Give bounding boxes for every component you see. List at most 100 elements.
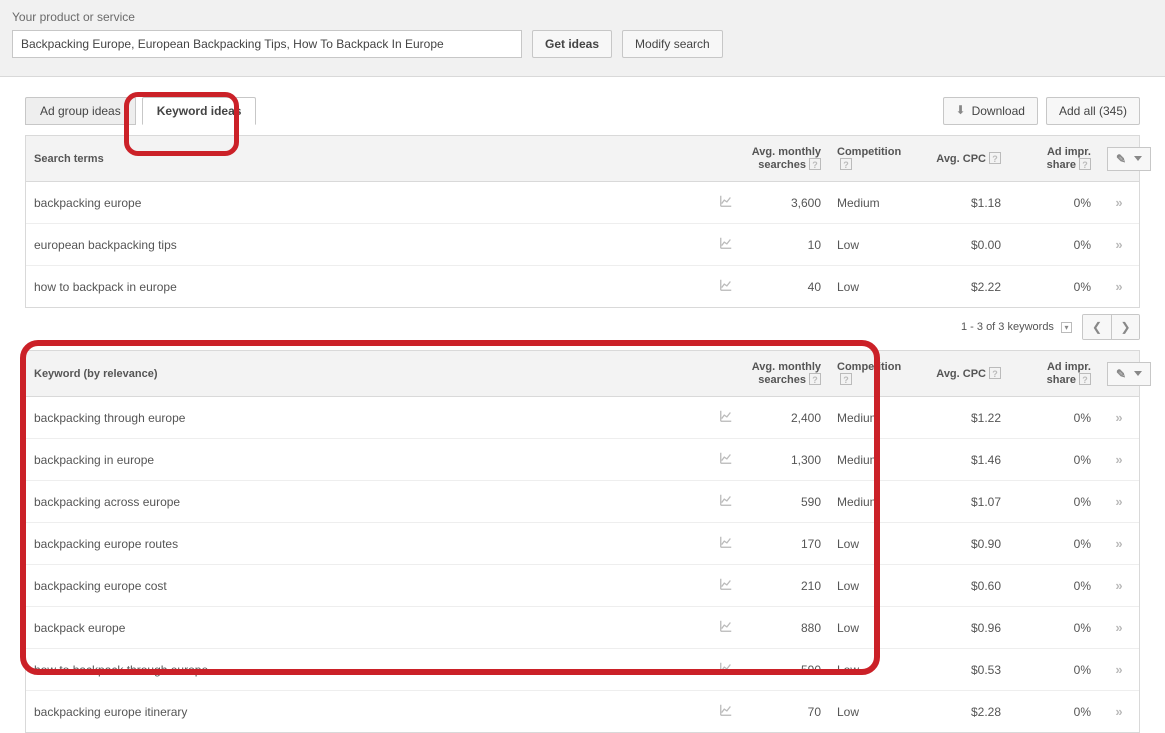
pencil-icon: ✎ bbox=[1116, 152, 1126, 166]
help-icon[interactable]: ? bbox=[1079, 158, 1091, 170]
cell-term[interactable]: backpacking europe cost bbox=[26, 565, 711, 607]
table-row: how to backpack through europe590Low$0.5… bbox=[26, 649, 1139, 691]
modify-search-button[interactable]: Modify search bbox=[622, 30, 723, 58]
cell-chart[interactable] bbox=[711, 266, 739, 308]
header-avg-cpc[interactable]: Avg. CPC? bbox=[919, 351, 1009, 397]
cell-cpc: $1.46 bbox=[919, 439, 1009, 481]
cell-term[interactable]: backpacking europe bbox=[26, 182, 711, 224]
cell-competition: Low bbox=[829, 691, 919, 733]
pencil-icon: ✎ bbox=[1116, 367, 1126, 381]
chevron-right-icon: » bbox=[1115, 536, 1122, 551]
header-competition[interactable]: Competition? bbox=[829, 136, 919, 182]
pager-next-button[interactable]: ❯ bbox=[1111, 315, 1139, 339]
content-area: Ad group ideas Keyword ideas ⬇ Download … bbox=[0, 77, 1165, 733]
caret-down-icon bbox=[1134, 156, 1142, 161]
get-ideas-button[interactable]: Get ideas bbox=[532, 30, 612, 58]
cell-competition: Medium bbox=[829, 397, 919, 439]
chart-icon bbox=[719, 194, 733, 208]
cell-add[interactable]: » bbox=[1099, 224, 1139, 266]
cell-share: 0% bbox=[1009, 607, 1099, 649]
cell-chart[interactable] bbox=[711, 565, 739, 607]
help-icon[interactable]: ? bbox=[1079, 373, 1091, 385]
header-edit-columns[interactable]: ✎ bbox=[1099, 136, 1139, 182]
cell-term[interactable]: backpacking across europe bbox=[26, 481, 711, 523]
chevron-right-icon: » bbox=[1115, 704, 1122, 719]
cell-searches: 170 bbox=[739, 523, 829, 565]
cell-searches: 10 bbox=[739, 224, 829, 266]
tabs: Ad group ideas Keyword ideas bbox=[25, 97, 256, 125]
search-row: Get ideas Modify search bbox=[12, 30, 1153, 58]
search-panel: Your product or service Get ideas Modify… bbox=[0, 0, 1165, 77]
help-icon[interactable]: ? bbox=[809, 373, 821, 385]
pager-dropdown-icon[interactable]: ▾ bbox=[1061, 322, 1072, 333]
cell-term[interactable]: backpacking europe itinerary bbox=[26, 691, 711, 733]
help-icon[interactable]: ? bbox=[989, 367, 1001, 379]
header-keyword[interactable]: Keyword (by relevance) bbox=[26, 351, 711, 397]
cell-term[interactable]: backpacking through europe bbox=[26, 397, 711, 439]
cell-term[interactable]: backpacking europe routes bbox=[26, 523, 711, 565]
header-search-terms[interactable]: Search terms bbox=[26, 136, 711, 182]
header-avg-cpc[interactable]: Avg. CPC? bbox=[919, 136, 1009, 182]
cell-add[interactable]: » bbox=[1099, 182, 1139, 224]
header-avg-searches[interactable]: Avg. monthly searches? bbox=[739, 136, 829, 182]
cell-term[interactable]: european backpacking tips bbox=[26, 224, 711, 266]
cell-term[interactable]: how to backpack through europe bbox=[26, 649, 711, 691]
cell-chart[interactable] bbox=[711, 649, 739, 691]
cell-chart[interactable] bbox=[711, 607, 739, 649]
cell-add[interactable]: » bbox=[1099, 439, 1139, 481]
cell-add[interactable]: » bbox=[1099, 649, 1139, 691]
chevron-right-icon: » bbox=[1115, 494, 1122, 509]
cell-add[interactable]: » bbox=[1099, 691, 1139, 733]
cell-add[interactable]: » bbox=[1099, 481, 1139, 523]
cell-chart[interactable] bbox=[711, 439, 739, 481]
help-icon[interactable]: ? bbox=[840, 158, 852, 170]
table-header-row: Search terms Avg. monthly searches? Comp… bbox=[26, 136, 1139, 182]
cell-add[interactable]: » bbox=[1099, 523, 1139, 565]
header-ad-share[interactable]: Ad impr. share? bbox=[1009, 136, 1099, 182]
header-ad-share[interactable]: Ad impr. share? bbox=[1009, 351, 1099, 397]
chevron-right-icon: » bbox=[1115, 620, 1122, 635]
cell-competition: Low bbox=[829, 266, 919, 308]
chevron-right-icon: » bbox=[1115, 452, 1122, 467]
header-edit-columns[interactable]: ✎ bbox=[1099, 351, 1139, 397]
chart-icon bbox=[719, 493, 733, 507]
cell-chart[interactable] bbox=[711, 523, 739, 565]
cell-add[interactable]: » bbox=[1099, 266, 1139, 308]
cell-competition: Medium bbox=[829, 439, 919, 481]
cell-chart[interactable] bbox=[711, 224, 739, 266]
download-button[interactable]: ⬇ Download bbox=[943, 97, 1038, 125]
header-competition[interactable]: Competition? bbox=[829, 351, 919, 397]
cell-cpc: $0.53 bbox=[919, 649, 1009, 691]
cell-searches: 880 bbox=[739, 607, 829, 649]
cell-cpc: $1.18 bbox=[919, 182, 1009, 224]
product-input[interactable] bbox=[12, 30, 522, 58]
add-all-button[interactable]: Add all (345) bbox=[1046, 97, 1140, 125]
help-icon[interactable]: ? bbox=[989, 152, 1001, 164]
cell-add[interactable]: » bbox=[1099, 397, 1139, 439]
chart-icon bbox=[719, 236, 733, 250]
cell-searches: 210 bbox=[739, 565, 829, 607]
cell-term[interactable]: backpack europe bbox=[26, 607, 711, 649]
help-icon[interactable]: ? bbox=[840, 373, 852, 385]
header-avg-searches[interactable]: Avg. monthly searches? bbox=[739, 351, 829, 397]
cell-chart[interactable] bbox=[711, 481, 739, 523]
cell-chart[interactable] bbox=[711, 691, 739, 733]
cell-cpc: $1.07 bbox=[919, 481, 1009, 523]
cell-add[interactable]: » bbox=[1099, 607, 1139, 649]
cell-term[interactable]: how to backpack in europe bbox=[26, 266, 711, 308]
cell-searches: 590 bbox=[739, 481, 829, 523]
cell-share: 0% bbox=[1009, 565, 1099, 607]
pager-prev-button[interactable]: ❮ bbox=[1083, 315, 1111, 339]
tabs-row: Ad group ideas Keyword ideas ⬇ Download … bbox=[25, 97, 1140, 125]
cell-chart[interactable] bbox=[711, 397, 739, 439]
cell-add[interactable]: » bbox=[1099, 565, 1139, 607]
tab-ad-group-ideas[interactable]: Ad group ideas bbox=[25, 97, 136, 125]
table-row: backpacking in europe1,300Medium$1.460%» bbox=[26, 439, 1139, 481]
cell-term[interactable]: backpacking in europe bbox=[26, 439, 711, 481]
table-row: backpacking europe cost210Low$0.600%» bbox=[26, 565, 1139, 607]
help-icon[interactable]: ? bbox=[809, 158, 821, 170]
cell-chart[interactable] bbox=[711, 182, 739, 224]
search-terms-table: Search terms Avg. monthly searches? Comp… bbox=[25, 135, 1140, 308]
cell-competition: Low bbox=[829, 565, 919, 607]
tab-keyword-ideas[interactable]: Keyword ideas bbox=[142, 97, 257, 125]
